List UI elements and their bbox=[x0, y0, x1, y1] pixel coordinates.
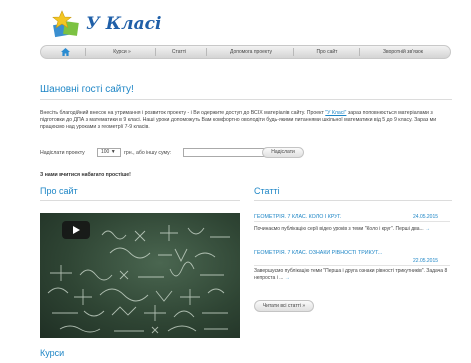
article-date-1: 24.05.2015 bbox=[413, 214, 439, 220]
nav-item-help-project[interactable]: Допомога проекту bbox=[211, 46, 291, 58]
donate-other-label: грн., або іншу суму: bbox=[124, 150, 172, 156]
nav-divider bbox=[155, 48, 156, 56]
welcome-text-part: Внесіть благодійний внесок на утримання … bbox=[40, 110, 326, 116]
play-icon bbox=[73, 226, 80, 234]
project-link[interactable]: "У Класі" bbox=[325, 110, 346, 116]
main-nav: Курси » Статті Допомога проекту Про сайт… bbox=[40, 45, 451, 59]
courses-heading: Курси bbox=[40, 348, 65, 358]
divider bbox=[254, 200, 452, 201]
nav-divider bbox=[359, 48, 360, 56]
divider bbox=[254, 265, 450, 266]
nav-item-feedback[interactable]: Зворотній зв'язок bbox=[363, 46, 443, 58]
video-player[interactable] bbox=[40, 213, 240, 338]
divider bbox=[254, 221, 450, 222]
article-excerpt-text: Завершуємо публікацію теми "Перша і друг… bbox=[254, 268, 448, 281]
welcome-text: Внесіть благодійний внесок на утримання … bbox=[40, 110, 452, 131]
amount-select[interactable]: 100 ▼ bbox=[97, 148, 121, 157]
home-icon[interactable] bbox=[61, 48, 70, 56]
article-title-1[interactable]: ГЕОМЕТРІЯ. 7 КЛАС. КОЛО І КРУГ. bbox=[254, 214, 341, 220]
send-button[interactable]: Надіслати bbox=[262, 147, 304, 158]
logo-text: У Класі bbox=[86, 14, 162, 34]
article-excerpt-1: Починаємо публікацію серії відео уроків … bbox=[254, 226, 450, 233]
read-more-link[interactable]: → bbox=[285, 275, 290, 281]
nav-divider bbox=[293, 48, 294, 56]
star-book-icon bbox=[52, 10, 79, 38]
site-logo[interactable]: У Класі bbox=[52, 10, 162, 40]
article-excerpt-text: Починаємо публікацію серії відео уроків … bbox=[254, 226, 424, 232]
nav-item-courses[interactable]: Курси » bbox=[97, 46, 147, 58]
about-heading: Про сайт bbox=[40, 186, 78, 196]
divider bbox=[40, 200, 240, 201]
article-date-2: 22.05.2015 bbox=[413, 258, 439, 264]
nav-divider bbox=[85, 48, 86, 56]
read-all-articles-button[interactable]: Читати всі статті » bbox=[254, 300, 314, 312]
welcome-heading: Шановні гості сайту! bbox=[40, 84, 134, 95]
article-title-2[interactable]: ГЕОМЕТРІЯ. 7 КЛАС. ОЗНАКИ РІВНОСТІ ТРИКУ… bbox=[254, 250, 382, 256]
articles-heading: Статті bbox=[254, 186, 280, 196]
page: У Класі Курси » Статті Допомога проекту … bbox=[0, 0, 471, 363]
nav-item-articles[interactable]: Статті bbox=[159, 46, 199, 58]
nav-item-about[interactable]: Про сайт bbox=[297, 46, 357, 58]
slogan: З нами вчитися набагато простіше! bbox=[40, 172, 131, 178]
read-more-link[interactable]: → bbox=[425, 226, 430, 232]
divider bbox=[40, 99, 452, 100]
nav-divider bbox=[206, 48, 207, 56]
donate-label: Надіслати проекту bbox=[40, 150, 85, 156]
article-excerpt-2: Завершуємо публікацію теми "Перша і друг… bbox=[254, 268, 450, 282]
play-button[interactable] bbox=[62, 221, 90, 239]
